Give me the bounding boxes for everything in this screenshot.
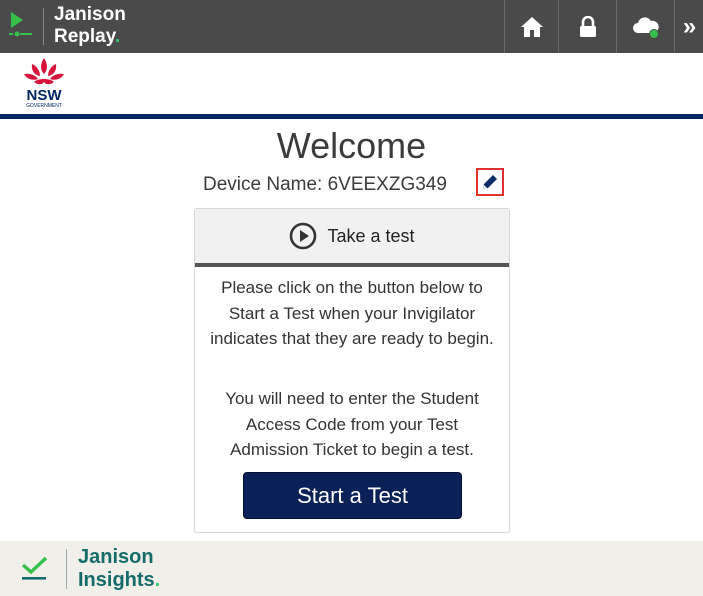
instructions-paragraph-1: Please click on the button below to Star… (210, 278, 494, 348)
device-name-label: Device Name: 6VEEXZG349 (203, 174, 447, 195)
insights-line1: Janison (78, 546, 154, 568)
nsw-government-logo: NSW GOVERNMENT (24, 58, 64, 109)
nsw-logo-text: NSW (27, 87, 63, 104)
take-test-title: Take a test (327, 225, 415, 246)
take-test-panel: Take a test Please click on the button b… (194, 208, 510, 533)
cloud-status-button[interactable] (616, 0, 675, 53)
double-chevron-icon: » (682, 12, 697, 40)
janison-insights-brand: Janison Insights. (78, 546, 160, 592)
take-test-header: Take a test (195, 209, 509, 267)
insights-dot: . (154, 569, 161, 591)
insights-line2: Insights (78, 569, 155, 591)
more-button[interactable]: » (674, 0, 703, 53)
page-title: Welcome (276, 125, 427, 166)
start-test-button[interactable]: Start a Test (243, 472, 462, 519)
checkmark-icon (21, 556, 48, 580)
instructions-paragraph-2: You will need to enter the Student Acces… (225, 389, 479, 459)
footer-brand-separator (66, 549, 67, 589)
footer-bar: Janison Insights. (0, 541, 703, 596)
cloud-icon (633, 16, 659, 39)
nsw-logo-subtext: GOVERNMENT (26, 103, 62, 109)
brand-line1: Janison (54, 4, 126, 25)
brand-line2: Replay (54, 26, 115, 47)
edit-device-name-button[interactable] (476, 168, 504, 196)
home-icon (521, 16, 543, 37)
pencil-icon (483, 175, 497, 189)
header-rule (0, 114, 703, 119)
janison-replay-brand: Janison Replay. (54, 4, 126, 48)
brand-separator (43, 8, 44, 45)
top-bar: Janison Replay. » (0, 0, 703, 53)
brand-dot: . (114, 26, 121, 47)
replay-logo-icon (9, 12, 32, 37)
lock-button[interactable] (558, 0, 617, 53)
play-circle-icon (290, 222, 317, 250)
home-button[interactable] (504, 0, 559, 53)
lock-icon (580, 15, 596, 37)
